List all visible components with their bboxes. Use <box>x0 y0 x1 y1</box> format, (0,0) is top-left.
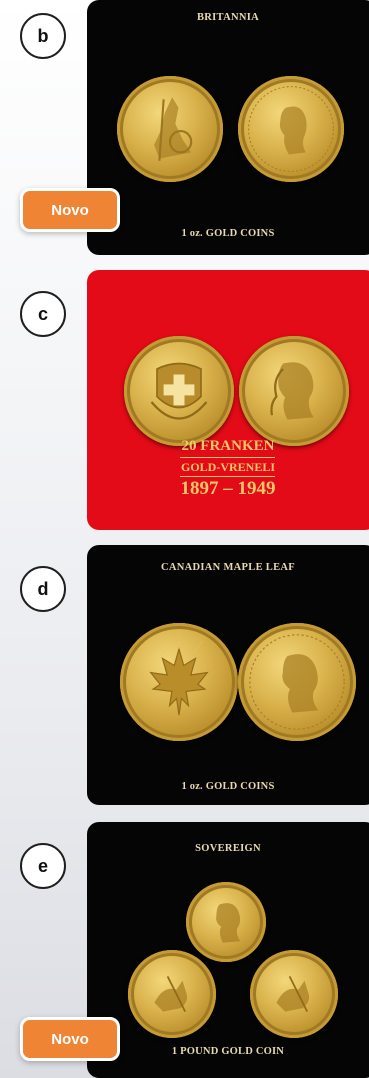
vreneli-cross-coin-image <box>124 336 234 446</box>
product-item-c[interactable]: c 20 FRANKEN GOLD-VRENELI 1897 – 1949 <box>0 270 369 530</box>
item-letter: d <box>37 578 49 599</box>
item-letter-badge: c <box>20 291 66 337</box>
card-title: CANADIAN MAPLE LEAF <box>160 562 296 573</box>
card-title: SOVEREIGN <box>195 843 261 854</box>
maple-leaf-portrait-coin-image <box>238 623 356 741</box>
new-badge: Novo <box>20 188 120 232</box>
divider <box>180 457 275 458</box>
product-card-maple-leaf[interactable]: CANADIAN MAPLE LEAF 1 oz. GOLD COINS <box>87 545 369 805</box>
vreneli-title: 20 FRANKEN <box>181 438 275 454</box>
card-footer: 1 POUND GOLD COIN <box>171 1046 285 1057</box>
new-badge: Novo <box>20 1017 120 1061</box>
item-letter: b <box>37 25 49 46</box>
britannia-reverse-coin-image <box>238 76 344 182</box>
sovereign-st-george-coin-image-left <box>128 950 216 1038</box>
product-item-e[interactable]: e SOVEREIGN 1 POUND GOLD COIN Novo <box>0 822 369 1078</box>
product-card-sovereign[interactable]: SOVEREIGN 1 POUND GOLD COIN <box>87 822 369 1078</box>
item-letter-badge: b <box>20 13 66 59</box>
vreneli-years: 1897 – 1949 <box>180 478 276 499</box>
britannia-obverse-coin-image <box>117 76 223 182</box>
product-item-b[interactable]: b BRITANNIA 1 oz. GOLD COINS Novo <box>0 0 369 255</box>
maple-leaf-coin-image <box>120 623 238 741</box>
vreneli-subtitle: GOLD-VRENELI <box>180 460 275 474</box>
card-footer: 1 oz. GOLD COINS <box>181 781 275 792</box>
product-card-britannia[interactable]: BRITANNIA 1 oz. GOLD COINS <box>87 0 369 255</box>
item-letter-badge: e <box>20 843 66 889</box>
product-item-d[interactable]: d CANADIAN MAPLE LEAF 1 oz. GOLD COINS <box>0 545 369 805</box>
item-letter-badge: d <box>20 566 66 612</box>
card-footer: 1 oz. GOLD COINS <box>181 228 275 239</box>
item-letter: c <box>37 303 48 324</box>
card-title: BRITANNIA <box>196 12 259 23</box>
divider <box>180 476 275 477</box>
item-letter: e <box>37 855 48 876</box>
vreneli-portrait-coin-image <box>239 336 349 446</box>
product-card-vreneli[interactable]: 20 FRANKEN GOLD-VRENELI 1897 – 1949 <box>87 270 369 530</box>
sovereign-st-george-coin-image-right <box>250 950 338 1038</box>
